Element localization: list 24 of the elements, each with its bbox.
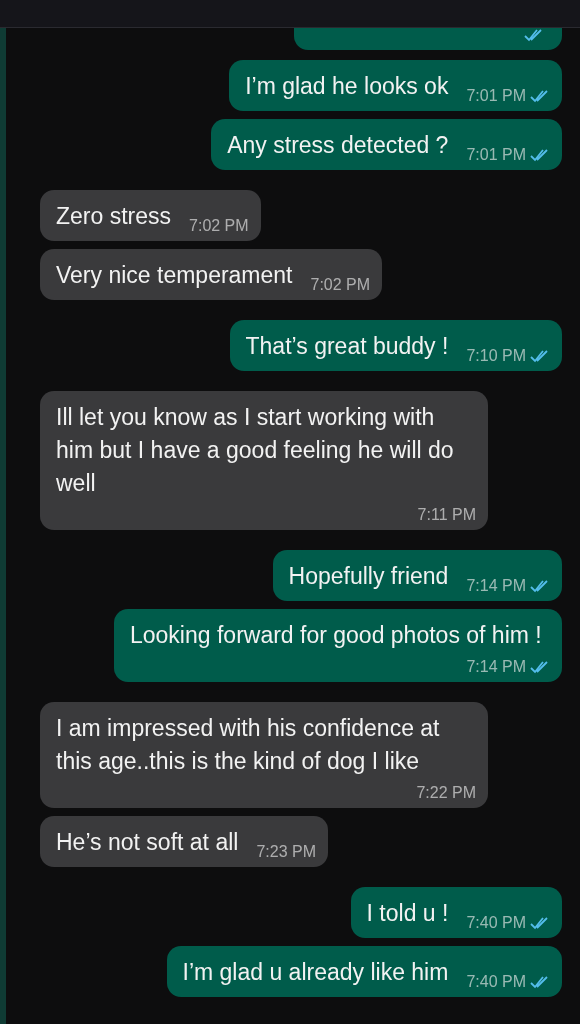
- message-text: Any stress detected ?: [227, 131, 449, 160]
- message-time: 7:14 PM: [466, 576, 526, 596]
- message-time: 7:23 PM: [256, 842, 316, 862]
- message-time: 7:01 PM: [466, 86, 526, 106]
- message-text: Ill let you know as I start working with him but I have a good feeling he will do well: [56, 403, 455, 498]
- message-time: 7:02 PM: [189, 216, 249, 236]
- message-time: 7:10 PM: [466, 346, 526, 366]
- message-time: 7:01 PM: [466, 145, 526, 165]
- message-text: He’s not soft at all: [56, 828, 239, 857]
- message-text: I am impressed with his confidence at this age..this is the kind of dog I like: [56, 714, 441, 776]
- message-text: Looking forward for good photos of him !: [130, 621, 542, 650]
- message-text: Very nice temperament: [56, 261, 293, 290]
- message-text: Zero stress: [56, 202, 172, 231]
- message-time: 7:22 PM: [416, 783, 476, 803]
- message-text: I’m glad he looks ok: [245, 72, 449, 101]
- message-time: 7:40 PM: [466, 913, 526, 933]
- message-text: That’s great buddy !: [245, 332, 449, 361]
- message-time: 7:02 PM: [310, 275, 371, 295]
- message-text: Hopefully friend: [288, 562, 449, 591]
- message-text: I told u !: [366, 899, 449, 928]
- message-time: 7:40 PM: [466, 972, 526, 992]
- message-time: 7:11 PM: [417, 505, 476, 525]
- message-time: 7:14 PM: [466, 657, 526, 677]
- message-text: I’m glad u already like him: [182, 958, 449, 987]
